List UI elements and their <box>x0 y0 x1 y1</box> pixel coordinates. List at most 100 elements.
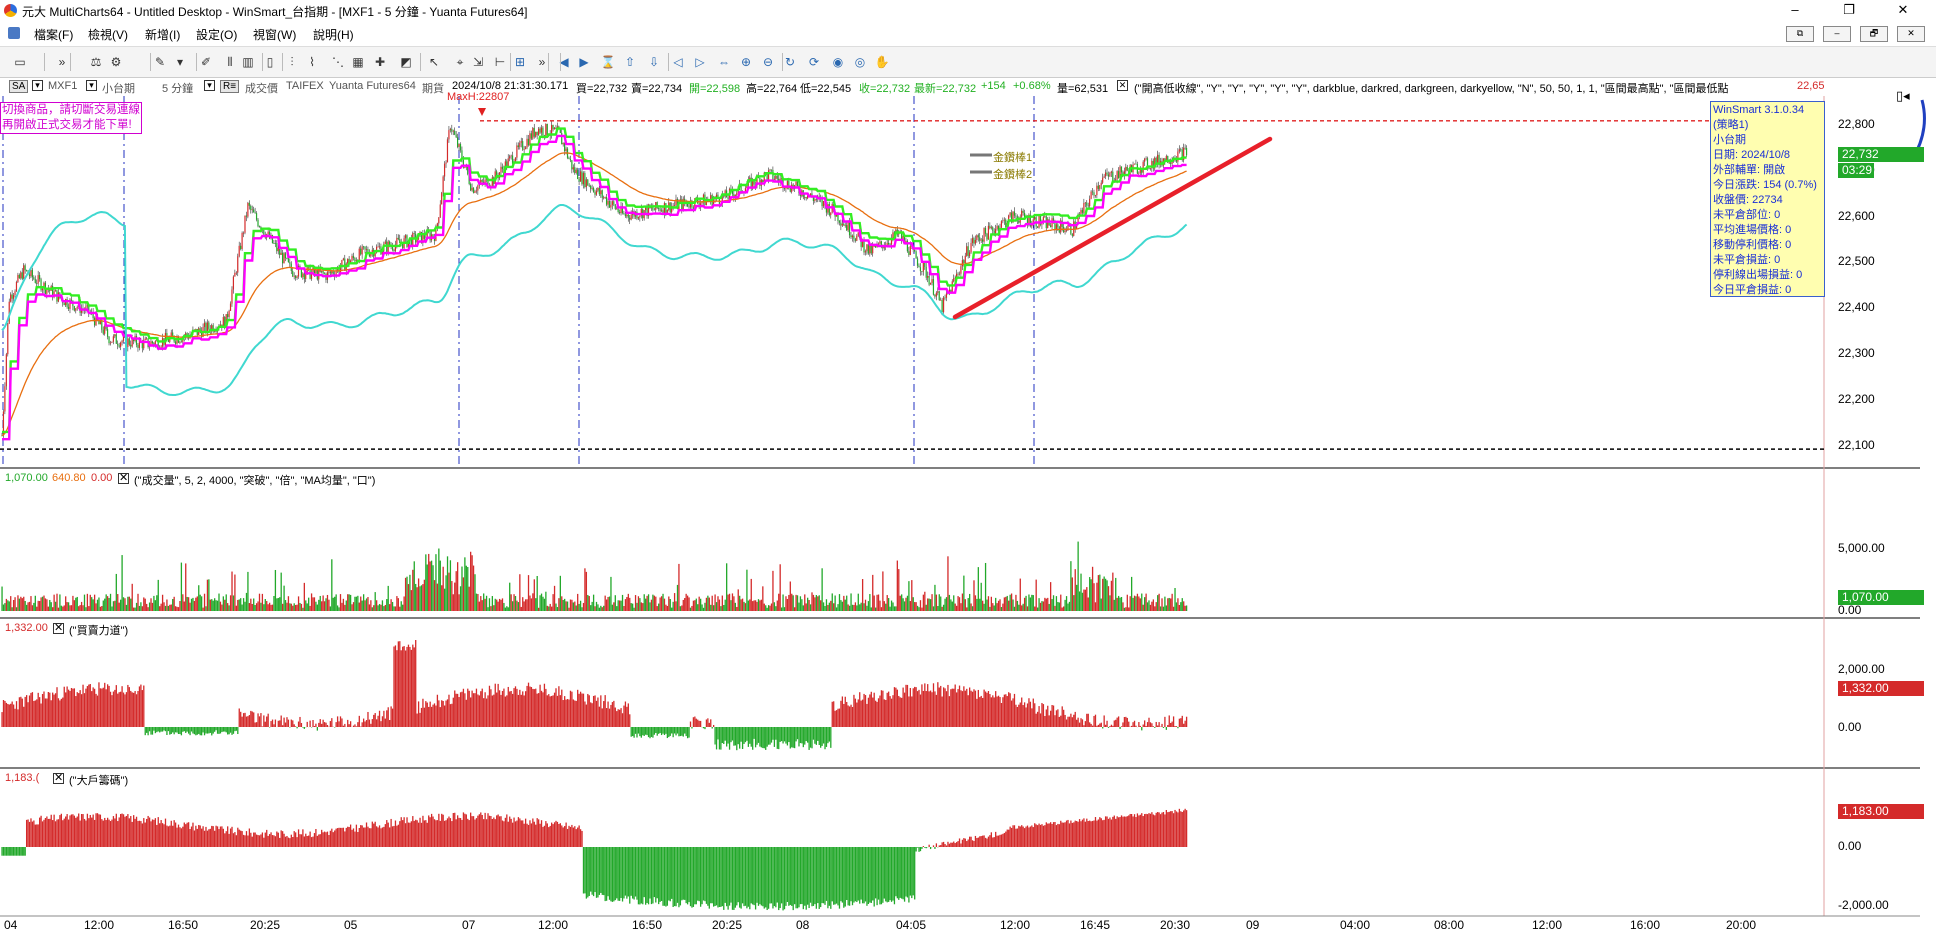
force-bar <box>361 722 363 727</box>
scale-toggle-icon[interactable]: ▯◂ <box>1896 88 1910 104</box>
volume-bar <box>866 605 868 611</box>
big-player-bar <box>1128 815 1130 847</box>
volume-bar <box>1184 605 1186 611</box>
candle-body <box>795 181 797 186</box>
big-player-bar <box>430 813 433 847</box>
volume-bar <box>838 594 841 611</box>
volume-bar <box>562 599 564 611</box>
volume-bar <box>707 595 709 611</box>
volume-bar <box>598 607 601 611</box>
volume-bar <box>1120 596 1123 611</box>
force-bar <box>753 727 755 739</box>
force-bar <box>980 695 982 727</box>
candle-body <box>879 241 881 244</box>
volume-bar <box>963 575 965 611</box>
big-player-bar <box>847 847 849 906</box>
force-bar <box>928 691 930 727</box>
big-player-bar <box>494 819 496 847</box>
volume-bar <box>344 604 346 611</box>
volume-bar <box>65 596 67 611</box>
volume-bar <box>650 599 653 611</box>
force-bar <box>765 727 767 750</box>
force-bar <box>1102 727 1104 729</box>
force-bar <box>782 727 784 744</box>
big-player-bar <box>308 835 310 847</box>
volume-bar <box>88 606 90 611</box>
force-bar <box>190 727 193 732</box>
force-bar <box>1130 725 1133 727</box>
big-player-bar <box>144 822 146 847</box>
candle-body <box>775 175 777 179</box>
info-box-line: 移動停利價格: 0 <box>1713 239 1792 251</box>
volume-bar <box>882 571 884 611</box>
force-bar <box>393 646 395 727</box>
force-bar <box>698 720 700 727</box>
force-bar <box>131 692 133 727</box>
force-bar <box>245 716 248 727</box>
info-box-line: 未平倉部位: 0 <box>1713 209 1781 221</box>
force-bar <box>543 683 546 727</box>
volume-study-close-icon[interactable]: ✕ <box>118 473 129 484</box>
volume-bar <box>932 606 935 611</box>
candle-body <box>767 170 770 180</box>
big-player-bar <box>861 847 864 904</box>
volume-bar <box>857 593 859 611</box>
force-value: 1,332.00 <box>5 622 48 634</box>
volume-bar <box>682 599 684 611</box>
volume-bar <box>601 607 603 611</box>
big-player-bar <box>381 827 384 847</box>
force-bar <box>993 697 995 727</box>
volume-bar <box>540 593 543 611</box>
big-player-bar <box>831 847 833 902</box>
volume-bar <box>597 604 599 611</box>
big-player-bar <box>880 847 883 905</box>
volume-bar <box>934 584 936 611</box>
volume-bar <box>89 594 91 611</box>
force-bar <box>1113 720 1115 727</box>
big-player-bar <box>276 831 278 847</box>
big-player-bar <box>1157 812 1159 847</box>
force-bar <box>455 693 457 727</box>
force-bar <box>1181 715 1183 727</box>
big-player-bar <box>1091 820 1094 847</box>
force-bar <box>533 689 535 727</box>
volume-bar <box>757 599 760 611</box>
big-player-bar <box>971 840 974 847</box>
force-bar <box>688 727 690 738</box>
volume-bar <box>1064 599 1066 611</box>
volume-bar <box>147 607 149 611</box>
candle-body <box>24 265 26 271</box>
volume-bar <box>224 599 226 611</box>
force-bar <box>1068 716 1071 727</box>
force-study-close-icon[interactable]: ✕ <box>53 623 64 634</box>
big-player-bar <box>995 831 997 847</box>
big-player-bar <box>347 826 349 847</box>
force-bar <box>877 698 880 727</box>
candle-body <box>104 326 106 334</box>
volume-bar <box>522 597 524 611</box>
force-bar <box>11 701 13 727</box>
force-bar <box>553 692 556 727</box>
volume-bar <box>585 571 588 611</box>
candle-body <box>471 187 473 191</box>
force-bar <box>945 691 948 727</box>
big-player-bar <box>770 847 773 904</box>
candle-body <box>331 271 333 274</box>
force-bar <box>287 719 290 727</box>
force-bar <box>91 691 93 727</box>
force-bar <box>293 724 295 727</box>
force-bar <box>867 697 870 727</box>
big-player-bar <box>368 828 371 847</box>
candle-body <box>526 138 528 148</box>
big-study-close-icon[interactable]: ✕ <box>53 773 64 784</box>
volume-bar <box>364 600 366 611</box>
volume-bar <box>837 604 839 611</box>
candle-body <box>442 176 444 193</box>
force-bar <box>724 727 726 741</box>
volume-bar <box>921 607 923 611</box>
chart-canvas[interactable] <box>0 0 1936 933</box>
force-bar <box>1161 723 1163 727</box>
force-bar <box>192 727 194 734</box>
force-bar <box>546 695 548 727</box>
big-player-bar <box>92 814 94 847</box>
